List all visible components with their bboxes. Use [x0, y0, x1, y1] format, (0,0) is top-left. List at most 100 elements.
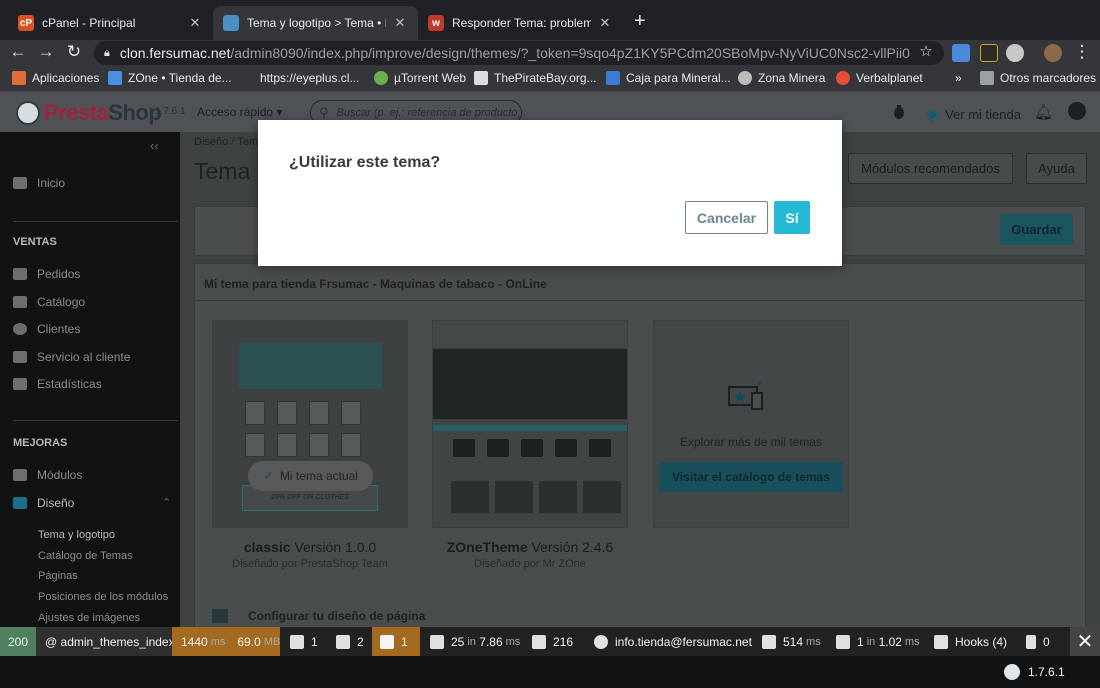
debug-modules[interactable]: 0	[1026, 627, 1050, 656]
warning-icon	[380, 634, 394, 649]
reload-icon[interactable]: ↻	[64, 42, 84, 62]
trending-icon	[13, 177, 27, 189]
notifications-bell-icon[interactable]: 🔔︎	[1034, 103, 1053, 121]
ps-version: 1.7.6.1	[155, 106, 186, 117]
bookmark-utorrent[interactable]: µTorrent Web	[374, 71, 466, 85]
page-title: Tema	[194, 158, 251, 184]
user-icon	[13, 323, 27, 335]
bookmark-apps[interactable]: Aplicaciones	[12, 71, 99, 85]
recommended-modules-button[interactable]: Módulos recomendados	[848, 153, 1013, 184]
sidebar-subitem-tema-logotipo[interactable]: Tema y logotipo	[38, 529, 115, 541]
bookmark-zona-minera[interactable]: Zona Minera	[738, 71, 825, 85]
bookmark-verbalplanet[interactable]: Verbalplanet	[836, 71, 923, 85]
sidebar-item-catalogo[interactable]: Catálogo	[13, 295, 85, 309]
bookmark-zone[interactable]: ZOne • Tienda de...	[108, 71, 232, 85]
browser-tab-forum[interactable]: w Responder Tema: problemas co ✕	[418, 6, 623, 40]
sidebar-item-pedidos[interactable]: Pedidos	[13, 267, 80, 281]
profile-avatar[interactable]	[1044, 44, 1062, 62]
help-button[interactable]: Ayuda	[1026, 153, 1087, 184]
theme-name-classic: classic Versión 1.0.0	[243, 539, 377, 555]
cart-icon	[13, 268, 27, 280]
page-icon	[223, 15, 239, 31]
debug-user[interactable]: info.tienda@fersumac.net	[594, 627, 752, 656]
bookmark-piratebay[interactable]: ThePirateBay.org...	[474, 71, 597, 85]
modal-title: ¿Utilizar este tema?	[289, 154, 441, 171]
bookmark-caja[interactable]: Caja para Mineral...	[606, 71, 731, 85]
debug-translations[interactable]: 216	[532, 627, 573, 656]
prestashop-logo[interactable]: PrestaShop	[16, 100, 162, 126]
sidebar-subitem-imagenes[interactable]: Ajustes de imágenes	[38, 612, 140, 624]
back-arrow-icon[interactable]: ←	[8, 42, 28, 62]
view-store-link[interactable]: ◉ Ver mi tienda	[926, 105, 1021, 123]
search-placeholder: Buscar (p. ej.: referencia de producto, …	[336, 106, 522, 119]
speed-extension-icon[interactable]	[1006, 44, 1024, 62]
bar-chart-icon	[13, 378, 27, 390]
layout-icon	[212, 609, 228, 623]
extension-icon[interactable]	[980, 44, 998, 62]
bookmark-eyeplus[interactable]: https://eyeplus.cl...	[260, 71, 359, 85]
form-icon	[290, 634, 304, 649]
theme-card-classic[interactable]: 20% OFF ON CLOTHES ✓ Mi tema actual	[212, 320, 408, 528]
bookmark-star-icon[interactable]: ☆	[916, 42, 936, 60]
debug-timing[interactable]: 1440 ms 69.0 MB	[172, 627, 280, 656]
debug-queries[interactable]: 25 in 7.86 ms	[430, 627, 520, 656]
debug-warnings[interactable]: 1	[372, 627, 420, 656]
folder-icon	[980, 71, 994, 85]
browser-tab-cpanel[interactable]: cP cPanel - Principal ✕	[8, 6, 213, 40]
twig-icon	[762, 634, 776, 649]
close-debug-toolbar-icon[interactable]: ✕	[1070, 627, 1100, 656]
confirm-yes-button[interactable]: Sí	[774, 201, 810, 234]
address-bar[interactable]: 🔒︎ clon.fersumac.net/admin8090/index.php…	[94, 41, 944, 65]
sidebar-item-servicio[interactable]: Servicio al cliente	[13, 350, 130, 364]
theme-author-classic: Diseñado por PrestaShop Team	[232, 558, 388, 570]
puzzle-icon	[13, 469, 27, 481]
sidebar-subitem-posiciones[interactable]: Posiciones de los módulos	[38, 591, 168, 603]
employee-avatar-icon[interactable]	[1068, 102, 1086, 120]
browser-tab-themes[interactable]: Tema y logotipo > Tema • Fersu ✕	[213, 6, 418, 40]
module-icon	[1026, 634, 1036, 649]
close-tab-icon[interactable]: ✕	[187, 15, 203, 31]
store-icon	[13, 296, 27, 308]
sidebar-subitem-catalogo-temas[interactable]: Catálogo de Temas	[38, 550, 133, 562]
save-button[interactable]: Guardar	[1000, 214, 1073, 245]
translate-extension-icon[interactable]	[952, 44, 970, 62]
close-tab-icon[interactable]: ✕	[597, 15, 613, 31]
close-tab-icon[interactable]: ✕	[392, 15, 408, 31]
theme-card-zonetheme[interactable]	[432, 320, 628, 528]
browser-menu-icon[interactable]: ⋮	[1072, 42, 1092, 62]
forward-arrow-icon[interactable]: →	[36, 42, 56, 62]
new-tab-button[interactable]: +	[634, 10, 646, 33]
debug-cache[interactable]: 1 in 1.02 ms	[836, 627, 920, 656]
tab-title: Responder Tema: problemas co	[452, 16, 591, 30]
visit-theme-catalog-button[interactable]: Visitar el catálogo de temas	[659, 462, 843, 492]
quick-access-dropdown[interactable]: Acceso rápido ▾	[197, 105, 282, 119]
bookmarks-bar: Aplicaciones ZOne • Tienda de... https:/…	[0, 66, 1100, 92]
sidebar-item-clientes[interactable]: Clientes	[13, 322, 80, 336]
translation-icon	[532, 634, 546, 649]
debug-toolbar: 200 @ admin_themes_index 1440 ms 69.0 MB 1…	[0, 627, 1100, 656]
bookmarks-more[interactable]: »	[955, 71, 962, 85]
monitor-icon	[13, 497, 27, 509]
sidebar-item-estadisticas[interactable]: Estadísticas	[13, 377, 102, 391]
debug-logs[interactable]: 2	[336, 627, 364, 656]
collapse-sidebar-icon[interactable]: ‹‹	[150, 138, 159, 153]
sidebar-section-ventas: VENTAS	[13, 236, 57, 248]
other-bookmarks[interactable]: Otros marcadores	[980, 71, 1096, 85]
sidebar-item-diseno[interactable]: Diseño	[13, 496, 74, 510]
cancel-button[interactable]: Cancelar	[685, 201, 768, 234]
debug-forms[interactable]: 1	[290, 627, 318, 656]
debug-hooks[interactable]: Hooks (4)	[934, 627, 1007, 656]
utorrent-icon	[374, 71, 388, 85]
tab-title: Tema y logotipo > Tema • Fersu	[247, 16, 386, 30]
debug-status-code[interactable]: 200	[0, 627, 36, 656]
search-icon: ⚲	[319, 104, 329, 120]
sidebar-subitem-paginas[interactable]: Páginas	[38, 570, 78, 582]
debug-bug-icon[interactable]	[892, 104, 906, 120]
debug-render-time[interactable]: 514 ms	[762, 627, 821, 656]
sidebar-item-modulos[interactable]: Módulos	[13, 468, 82, 482]
chevron-up-icon[interactable]: ⌃	[162, 496, 171, 509]
sidebar-item-inicio[interactable]: Inicio	[13, 176, 65, 190]
debug-ps-version: 1.7.6.1	[1004, 664, 1065, 680]
panel-title: Mi tema para tienda Frsumac - Maquinas d…	[204, 277, 547, 291]
debug-route[interactable]: @ admin_themes_index	[36, 627, 175, 656]
